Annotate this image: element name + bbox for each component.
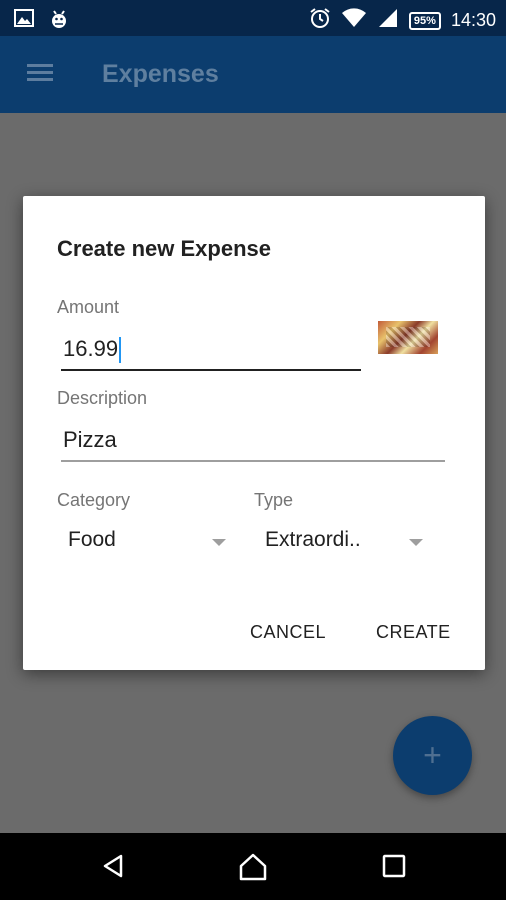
text-cursor	[119, 337, 122, 364]
amount-value: 16.99	[63, 336, 119, 361]
android-debug-icon	[48, 8, 70, 35]
image-icon	[14, 8, 34, 35]
clock-time: 14:30	[450, 10, 496, 30]
add-expense-fab[interactable]: +	[393, 716, 472, 795]
type-label: Type	[254, 490, 294, 510]
type-selected: Extraordi..	[265, 528, 361, 551]
signal-icon	[377, 7, 399, 34]
back-icon[interactable]	[100, 853, 126, 884]
create-expense-dialog: Create new Expense Amount 16.99 Descript…	[23, 196, 485, 670]
chevron-down-icon	[212, 539, 226, 546]
wifi-icon	[341, 7, 367, 34]
category-dropdown[interactable]: Food	[57, 521, 237, 561]
amount-field[interactable]: 16.99	[61, 331, 361, 373]
navigation-bar	[0, 833, 506, 900]
type-dropdown[interactable]: Extraordi..	[254, 521, 434, 561]
battery-icon: 95%	[408, 11, 441, 30]
amount-label: Amount	[57, 297, 120, 317]
description-value: Pizza	[63, 427, 117, 452]
cancel-button[interactable]: CANCEL	[250, 622, 326, 643]
recents-icon[interactable]	[381, 853, 407, 884]
description-label: Description	[57, 388, 148, 408]
alarm-icon	[309, 7, 331, 34]
receipt-thumbnail[interactable]	[378, 321, 438, 354]
status-bar: 95% 14:30	[0, 0, 506, 36]
plus-icon: +	[423, 737, 442, 773]
hamburger-menu-icon[interactable]	[27, 64, 53, 82]
description-underline	[61, 460, 445, 462]
dialog-title: Create new Expense	[57, 236, 271, 261]
category-selected: Food	[68, 528, 116, 551]
chevron-down-icon	[409, 539, 423, 546]
home-icon[interactable]	[238, 853, 268, 886]
description-field[interactable]: Pizza	[61, 422, 445, 464]
app-bar: Expenses	[0, 36, 506, 113]
create-button[interactable]: CREATE	[376, 622, 451, 643]
app-title: Expenses	[102, 60, 219, 88]
category-label: Category	[57, 490, 131, 510]
amount-underline	[61, 369, 361, 371]
